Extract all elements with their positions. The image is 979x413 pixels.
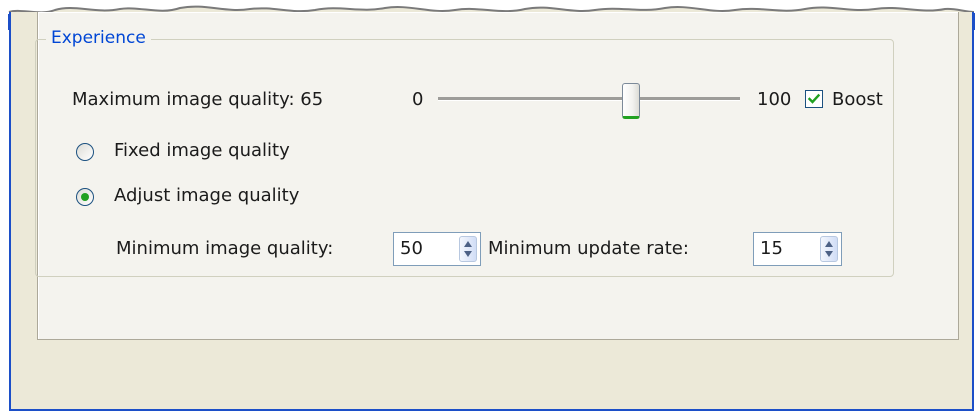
min-update-rate-spin-buttons[interactable]	[820, 236, 838, 262]
max-quality-slider-thumb[interactable]	[622, 83, 640, 119]
experience-group-title: Experience	[46, 27, 151, 49]
spin-up-icon[interactable]	[464, 241, 472, 247]
boost-checkbox[interactable]	[805, 90, 823, 108]
min-quality-value[interactable]: 50	[400, 238, 423, 260]
min-quality-spinner[interactable]: 50	[393, 232, 481, 266]
slider-min-label: 0	[412, 89, 424, 110]
spin-down-icon[interactable]	[464, 251, 472, 257]
max-quality-slider-track[interactable]	[438, 97, 740, 101]
adjust-quality-label[interactable]: Adjust image quality	[114, 185, 299, 207]
min-update-rate-value[interactable]: 15	[760, 238, 783, 260]
max-quality-label: Maximum image quality: 65	[72, 89, 324, 110]
fixed-quality-label[interactable]: Fixed image quality	[114, 140, 290, 162]
min-quality-label: Minimum image quality:	[116, 238, 334, 259]
fixed-quality-radio[interactable]	[76, 143, 94, 161]
spin-down-icon[interactable]	[825, 251, 833, 257]
adjust-quality-radio[interactable]	[76, 188, 94, 206]
min-quality-spin-buttons[interactable]	[459, 236, 477, 262]
spin-up-icon[interactable]	[825, 241, 833, 247]
slider-max-label: 100	[757, 89, 792, 110]
checkmark-icon	[807, 93, 821, 104]
min-update-rate-label: Minimum update rate:	[488, 238, 689, 259]
radio-selected-dot	[81, 193, 89, 201]
boost-label[interactable]: Boost	[832, 89, 883, 111]
min-update-rate-spinner[interactable]: 15	[753, 232, 842, 266]
